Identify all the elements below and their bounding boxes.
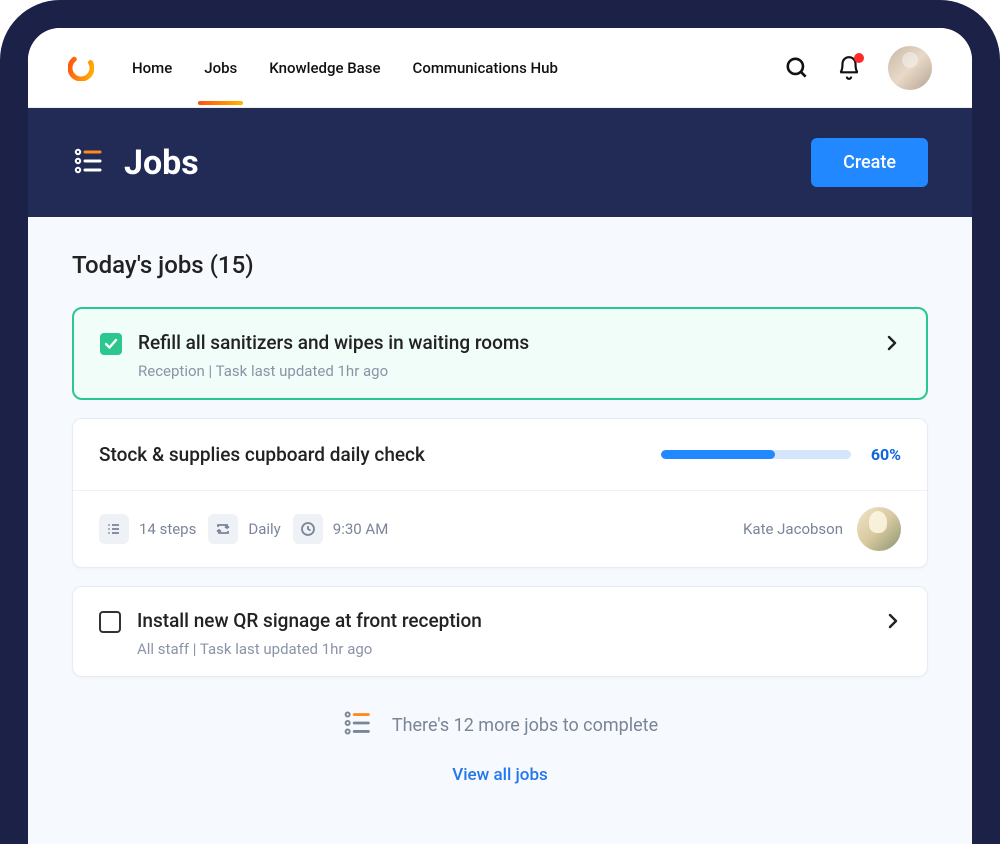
progress-percent: 60%: [871, 445, 901, 464]
job-meta: All staff | Task last updated 1hr ago: [137, 640, 869, 658]
nav-knowledge-base[interactable]: Knowledge Base: [269, 31, 380, 105]
list-icon: [99, 514, 129, 544]
repeat-icon: [208, 514, 238, 544]
user-avatar[interactable]: [888, 46, 932, 90]
checkbox-checked-icon[interactable]: [100, 333, 122, 355]
chevron-right-icon: [885, 613, 901, 633]
job-title: Stock & supplies cupboard daily check: [99, 443, 641, 466]
steps-chip: 14 steps: [99, 514, 196, 544]
create-button[interactable]: Create: [811, 138, 928, 187]
main-nav: Home Jobs Knowledge Base Communications …: [132, 31, 558, 105]
job-card-completed[interactable]: Refill all sanitizers and wipes in waiti…: [72, 307, 928, 400]
job-card-in-progress[interactable]: Stock & supplies cupboard daily check 60…: [72, 418, 928, 568]
progress-bar: [661, 450, 851, 459]
jobs-list-icon: [72, 144, 106, 182]
brand-logo: [68, 55, 94, 81]
search-icon[interactable]: [784, 55, 810, 81]
frequency-chip: Daily: [208, 514, 280, 544]
nav-jobs[interactable]: Jobs: [204, 31, 237, 105]
view-all-jobs-link[interactable]: View all jobs: [72, 765, 928, 785]
job-title: Install new QR signage at front receptio…: [137, 609, 869, 632]
jobs-footer: There's 12 more jobs to complete View al…: [72, 707, 928, 785]
job-title: Refill all sanitizers and wipes in waiti…: [138, 331, 868, 354]
clock-icon: [293, 514, 323, 544]
page-header: Jobs Create: [28, 108, 972, 217]
nav-communications-hub[interactable]: Communications Hub: [413, 31, 558, 105]
top-navbar: Home Jobs Knowledge Base Communications …: [28, 28, 972, 108]
steps-label: 14 steps: [139, 520, 196, 538]
jobs-list-icon: [342, 707, 374, 743]
notifications-icon[interactable]: [836, 55, 862, 81]
chevron-right-icon: [884, 335, 900, 355]
progress-fill: [661, 450, 775, 459]
page-title: Jobs: [124, 143, 199, 183]
assignee-name: Kate Jacobson: [743, 520, 843, 538]
job-meta: Reception | Task last updated 1hr ago: [138, 362, 868, 380]
notification-badge: [854, 53, 864, 63]
section-title: Today's jobs (15): [72, 251, 928, 279]
checkbox-unchecked-icon[interactable]: [99, 611, 121, 633]
time-label: 9:30 AM: [333, 520, 389, 538]
time-chip: 9:30 AM: [293, 514, 389, 544]
assignee: Kate Jacobson: [743, 507, 901, 551]
assignee-avatar[interactable]: [857, 507, 901, 551]
more-jobs-text: There's 12 more jobs to complete: [392, 715, 658, 736]
nav-home[interactable]: Home: [132, 31, 172, 105]
job-card-todo[interactable]: Install new QR signage at front receptio…: [72, 586, 928, 677]
frequency-label: Daily: [248, 520, 280, 538]
